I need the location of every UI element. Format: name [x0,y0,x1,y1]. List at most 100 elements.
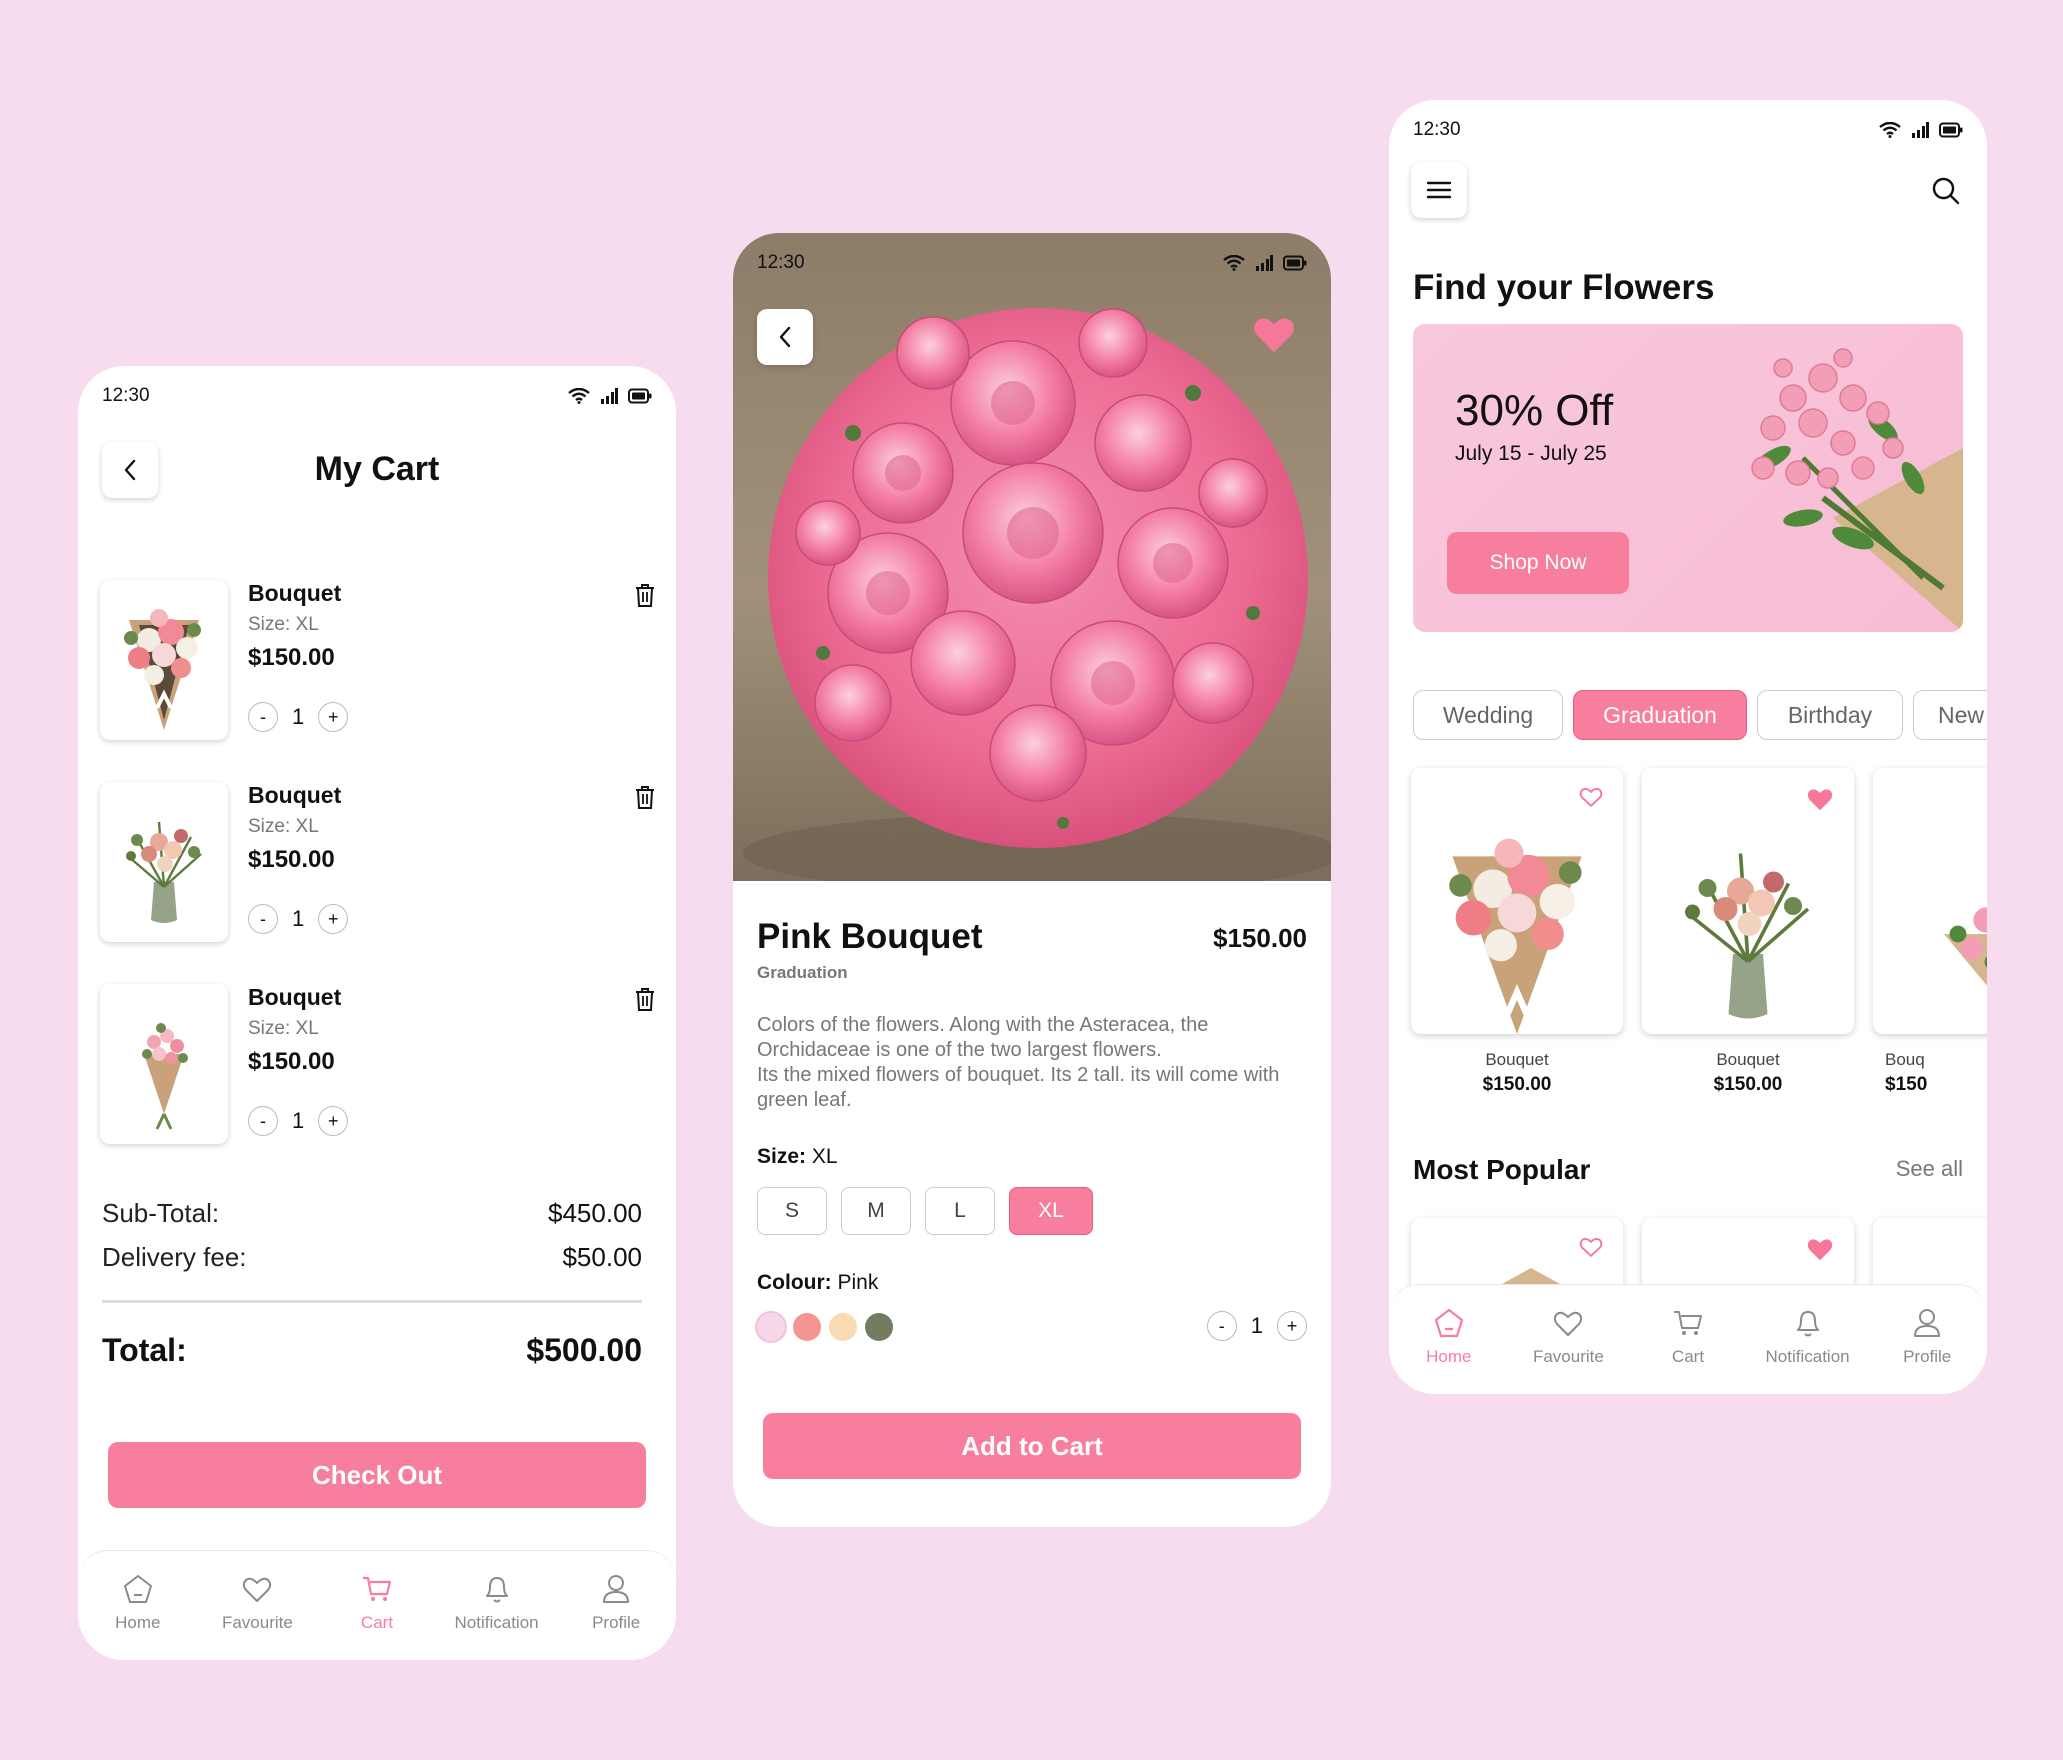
size-value: XL [811,1145,838,1168]
increase-button[interactable]: + [318,904,349,934]
size-option-s[interactable]: S [757,1187,827,1235]
product-name: Bouquet [1485,1050,1549,1069]
status-icons [1879,122,1963,138]
nav-item-cart[interactable]: Cart [1633,1307,1743,1367]
bottom-nav: Home Favourite Cart Notification Profile [1389,1284,1987,1394]
status-bar: 12:30 [78,366,676,426]
section-title-most-popular: Most Popular [1413,1154,1591,1185]
increase-button[interactable]: + [318,1106,349,1136]
back-button[interactable] [757,309,813,365]
product-name: Bouq [1885,1050,1925,1069]
subtotal-value: $450.00 [548,1198,642,1228]
decrease-button[interactable]: - [1206,1311,1237,1341]
cart-item: Bouquet Size: XL $150.00 - 1 + [100,782,656,944]
trash-icon[interactable] [634,582,656,608]
home-screen: 12:30 Find your Flowers 30% Off July 15 … [1389,100,1987,1394]
quantity-value: 1 [1250,1313,1263,1338]
nav-label: Favourite [221,1613,293,1632]
decrease-button[interactable]: - [248,702,278,732]
quantity-value: 1 [292,906,305,931]
product-card[interactable] [1411,768,1623,1034]
page-title: My Cart [314,450,440,488]
category-new[interactable]: New [1913,690,1987,740]
subtotal-label: Sub-Total: [102,1198,220,1228]
decrease-button[interactable]: - [248,1106,278,1136]
category-birthday[interactable]: Birthday [1757,690,1903,740]
product-price: $150.00 [1213,923,1307,953]
nav-item-home[interactable]: Home [83,1573,193,1633]
cart-item-size: Size: XL [248,1018,319,1039]
quantity-stepper: - 1 + [1206,1311,1307,1341]
size-option-l[interactable]: L [925,1187,995,1235]
cart-item-size: Size: XL [248,614,319,635]
cart-item-name: Bouquet [248,580,342,606]
see-all-link[interactable]: See all [1896,1156,1963,1182]
decrease-button[interactable]: - [248,904,278,934]
heart-icon [1554,1311,1583,1336]
trash-icon[interactable] [634,986,656,1012]
favourite-heart-icon[interactable] [1251,313,1297,355]
shop-now-button[interactable]: Shop Now [1447,532,1629,594]
checkout-button[interactable]: Check Out [108,1442,646,1508]
signal-icon [1256,255,1273,271]
nav-item-notification[interactable]: Notification [1753,1307,1863,1367]
bouquet-image [1685,853,1810,1019]
size-label: Size: [757,1145,807,1168]
divider [102,1300,642,1303]
trash-icon[interactable] [634,784,656,810]
quantity-stepper: - 1 + [248,904,349,934]
nav-item-cart[interactable]: Cart [322,1573,432,1633]
colour-swatch[interactable] [865,1313,893,1341]
status-time: 12:30 [1413,119,1461,140]
product-description: Colors of the flowers. Along with the As… [757,1014,1280,1111]
promo-bouquet-image [1751,348,1963,632]
profile-icon [1914,1309,1941,1337]
nav-label: Cart [1671,1347,1705,1366]
size-option-xl[interactable]: XL [1009,1187,1093,1235]
home-icon [1434,1308,1463,1338]
promo-title: 30% Off [1455,386,1614,435]
category-graduation[interactable]: Graduation [1573,690,1747,740]
cart-item-price: $150.00 [248,1048,335,1075]
size-row: Size: XL [757,1145,838,1169]
category-wedding[interactable]: Wedding [1413,690,1563,740]
subtotal-row: Sub-Total: $450.00 [102,1198,642,1229]
signal-icon [1912,122,1929,138]
nav-item-profile[interactable]: Profile [1872,1307,1982,1367]
colour-swatch[interactable] [829,1313,857,1341]
product-card[interactable] [1873,768,1987,1034]
bouquet-image [100,782,228,942]
colour-swatch[interactable] [793,1313,821,1341]
cart-item: Bouquet Size: XL $150.00 - 1 + [100,580,656,742]
product-card[interactable] [1642,768,1854,1034]
menu-button[interactable] [1411,162,1467,218]
heart-outline-icon[interactable] [1579,786,1603,808]
increase-button[interactable]: + [318,702,349,732]
wifi-icon [1879,122,1901,138]
colour-value: Pink [837,1271,879,1294]
heart-outline-icon[interactable] [1579,1236,1603,1258]
size-option-m[interactable]: M [841,1187,911,1235]
heart-filled-icon[interactable] [1806,1236,1834,1262]
status-icons [568,388,652,404]
bell-icon [1796,1311,1819,1337]
increase-button[interactable]: + [1277,1311,1307,1341]
cart-item-size: Size: XL [248,816,319,837]
nav-label: Notification [1765,1347,1850,1366]
total-label: Total: [102,1332,187,1368]
nav-item-profile[interactable]: Profile [561,1573,671,1633]
status-icons [1223,255,1307,271]
add-to-cart-button[interactable]: Add to Cart [763,1413,1301,1479]
total-row: Total: $500.00 [102,1332,642,1369]
heart-filled-icon[interactable] [1806,786,1834,812]
nav-item-favourite[interactable]: Favourite [202,1573,312,1633]
nav-item-favourite[interactable]: Favourite [1513,1307,1623,1367]
bell-icon [485,1577,508,1603]
colour-swatch[interactable] [757,1313,785,1341]
status-time: 12:30 [102,385,150,406]
status-bar: 12:30 [733,233,1331,293]
search-icon[interactable] [1931,176,1961,206]
nav-item-notification[interactable]: Notification [442,1573,552,1633]
nav-item-home[interactable]: Home [1394,1307,1504,1367]
battery-icon [628,388,652,404]
